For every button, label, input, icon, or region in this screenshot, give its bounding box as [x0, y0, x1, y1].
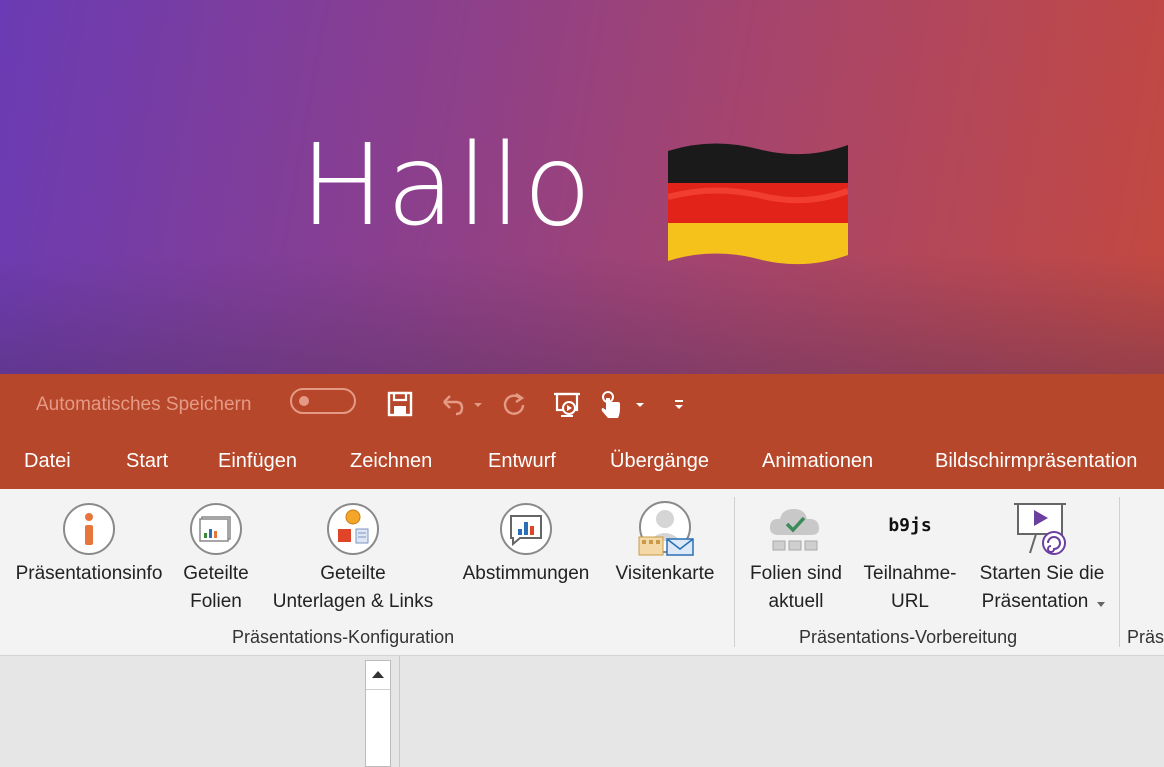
starten-praesentation-label-1: Starten Sie die: [979, 563, 1105, 584]
group-label-konfiguration: Präsentations-Konfiguration: [232, 627, 455, 647]
germany-flag-icon: [668, 143, 848, 265]
folien-aktuell-button[interactable]: Folien sind aktuell: [742, 489, 850, 621]
business-card-icon: [638, 501, 694, 556]
polls-icon: [500, 503, 552, 555]
folien-aktuell-label-2: aktuell: [768, 591, 824, 612]
geteilte-folien-label-2: Folien: [190, 591, 242, 612]
scroll-up-arrow-icon: [372, 671, 384, 678]
shared-documents-icon: [327, 503, 379, 555]
geteilte-unterlagen-label-1: Geteilte: [320, 563, 386, 584]
geteilte-folien-button[interactable]: Geteilte Folien: [176, 489, 256, 621]
folien-aktuell-label-1: Folien sind: [750, 563, 842, 584]
tab-uebergaenge[interactable]: Übergänge: [610, 450, 709, 473]
customize-icon[interactable]: [672, 390, 686, 418]
group-label-praes: Präs: [1127, 627, 1164, 647]
redo-icon[interactable]: [500, 390, 528, 418]
visitenkarte-label: Visitenkarte: [615, 563, 715, 584]
autosave-toggle[interactable]: [290, 388, 356, 414]
start-presentation-icon: [1014, 503, 1066, 555]
cloud-check-icon: [769, 509, 820, 551]
starten-praesentation-button[interactable]: Starten Sie die Präsentation: [970, 489, 1114, 621]
tab-einfuegen[interactable]: Einfügen: [218, 450, 297, 473]
group-separator: [1119, 497, 1120, 647]
quick-access-toolbar: Automatisches Speichern: [0, 374, 1164, 438]
abstimmungen-button[interactable]: Abstimmungen: [450, 489, 602, 621]
visitenkarte-button[interactable]: Visitenkarte: [604, 489, 726, 621]
undo-dropdown-icon[interactable]: [472, 390, 484, 418]
tab-datei[interactable]: Datei: [24, 450, 71, 473]
teilnahme-url-button[interactable]: b9js Teilnahme- URL: [852, 489, 968, 621]
autosave-label: Automatisches Speichern: [36, 394, 252, 415]
info-icon: [63, 503, 115, 555]
b9js-logo-icon: b9js: [888, 515, 932, 536]
starten-praesentation-label-2: Präsentation: [981, 591, 1089, 612]
geteilte-folien-label-1: Geteilte: [183, 563, 249, 584]
geteilte-unterlagen-button[interactable]: Geteilte Unterlagen & Links: [258, 489, 448, 621]
abstimmungen-label: Abstimmungen: [462, 563, 590, 584]
teilnahme-url-label-1: Teilnahme-: [863, 563, 957, 584]
undo-icon[interactable]: [438, 390, 466, 418]
save-icon[interactable]: [386, 390, 414, 418]
praesentationsinfo-label: Präsentationsinfo: [15, 563, 163, 584]
slide-workspace: [0, 656, 1164, 767]
touch-dropdown-icon[interactable]: [634, 390, 646, 418]
slide-banner: Hallo: [0, 0, 1164, 374]
scroll-up-button[interactable]: [366, 661, 390, 690]
touch-mode-icon[interactable]: [598, 390, 624, 420]
ribbon-tabs: Datei Start Einfügen Zeichnen Entwurf Üb…: [0, 438, 1164, 489]
tab-entwurf[interactable]: Entwurf: [488, 450, 556, 473]
chevron-down-icon[interactable]: [1096, 601, 1106, 609]
shared-slides-icon: [190, 503, 242, 555]
present-icon[interactable]: [552, 390, 582, 420]
thumbnail-scrollbar[interactable]: [365, 660, 391, 767]
tab-zeichnen[interactable]: Zeichnen: [350, 450, 432, 473]
teilnahme-url-label-2: URL: [890, 591, 929, 612]
tab-bildschirmpraesentation[interactable]: Bildschirmpräsentation: [935, 450, 1137, 473]
tab-start[interactable]: Start: [126, 450, 168, 473]
geteilte-unterlagen-label-2: Unterlagen & Links: [272, 591, 434, 612]
tab-animationen[interactable]: Animationen: [762, 450, 873, 473]
hero-title: Hallo: [300, 121, 594, 251]
group-label-vorbereitung: Präsentations-Vorbereitung: [799, 627, 1018, 647]
ribbon-panel: Präsentationsinfo Geteilte Folien Geteil…: [0, 489, 1164, 656]
praesentationsinfo-button[interactable]: Präsentationsinfo: [4, 489, 174, 621]
group-separator: [734, 497, 735, 647]
pane-divider[interactable]: [399, 656, 400, 767]
